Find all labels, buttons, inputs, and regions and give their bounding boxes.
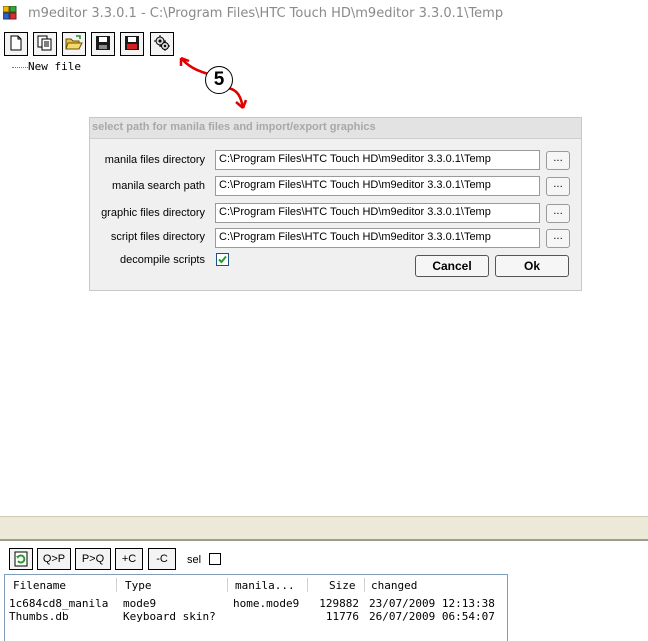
column-divider[interactable]: [364, 578, 365, 592]
cell-manila: home.mode9: [233, 597, 300, 610]
red-floppy-disk-icon: [124, 35, 140, 54]
floppy-disk-icon: [95, 35, 111, 54]
manila-search-path-field[interactable]: C:\Program Files\HTC Touch HD\m9editor 3…: [215, 176, 540, 196]
refresh-button[interactable]: [9, 548, 33, 570]
gears-icon: [153, 34, 171, 55]
decompile-scripts-checkbox[interactable]: [216, 253, 229, 266]
column-header-manila[interactable]: manila...: [235, 579, 295, 592]
p-to-q-button[interactable]: P>Q: [75, 548, 111, 570]
copy-icon: [37, 35, 53, 54]
dialog-title-bar: select path for manila files and import/…: [90, 118, 581, 139]
script-files-directory-browse-button[interactable]: ...: [546, 229, 570, 248]
new-document-icon: [9, 35, 23, 54]
new-file-button[interactable]: [4, 32, 28, 56]
pane-splitter[interactable]: [0, 516, 648, 541]
cell-filename: 1c684cd8_manila: [9, 597, 109, 610]
copy-button[interactable]: [33, 32, 57, 56]
manila-files-directory-browse-button[interactable]: ...: [546, 151, 570, 170]
window-title: m9editor 3.3.0.1 - C:\Program Files\HTC …: [28, 6, 504, 21]
cell-type: mode9: [123, 597, 157, 610]
save-as-button[interactable]: [120, 32, 144, 56]
manila-search-path-browse-button[interactable]: ...: [546, 177, 570, 196]
file-list: Filename Type manila... Size changed 1c6…: [4, 574, 508, 641]
open-folder-icon: [65, 34, 83, 54]
table-row[interactable]: 1c684cd8_manila mode9 home.mode9 129882 …: [5, 597, 507, 610]
manila-files-directory-label: manila files directory: [104, 154, 205, 166]
column-divider[interactable]: [307, 578, 308, 592]
cell-size: 11776: [325, 610, 359, 623]
title-bar: m9editor 3.3.0.1 - C:\Program Files\HTC …: [0, 0, 648, 28]
save-button[interactable]: [91, 32, 115, 56]
cell-changed: 26/07/2009 06:54:07: [369, 610, 495, 623]
tree-connector: [12, 67, 28, 68]
cell-type: Keyboard skin?: [123, 610, 216, 623]
ok-button[interactable]: Ok: [495, 255, 569, 277]
settings-button[interactable]: [150, 32, 174, 56]
refresh-icon: [13, 551, 29, 570]
column-divider[interactable]: [116, 578, 117, 592]
sel-checkbox[interactable]: [209, 553, 221, 565]
arrow-to-settings: [179, 56, 209, 76]
right-pane: [508, 574, 648, 641]
graphic-files-directory-field[interactable]: C:\Program Files\HTC Touch HD\m9editor 3…: [215, 203, 540, 223]
cancel-button[interactable]: Cancel: [415, 255, 489, 277]
dialog-title: select path for manila files and import/…: [92, 121, 376, 133]
tree-node-new-file[interactable]: New file: [28, 60, 81, 73]
arrow-to-dialog: [227, 86, 248, 109]
decompile-scripts-label: decompile scripts: [120, 254, 205, 266]
graphic-files-directory-label: graphic files directory: [101, 207, 205, 219]
plus-c-button[interactable]: +C: [115, 548, 143, 570]
q-to-p-button[interactable]: Q>P: [37, 548, 71, 570]
path-settings-dialog: select path for manila files and import/…: [89, 117, 582, 291]
manila-files-directory-field[interactable]: C:\Program Files\HTC Touch HD\m9editor 3…: [215, 150, 540, 170]
app-icon: [2, 5, 17, 20]
column-header-changed[interactable]: changed: [371, 579, 417, 592]
column-header-size[interactable]: Size: [329, 579, 356, 592]
script-files-directory-field[interactable]: C:\Program Files\HTC Touch HD\m9editor 3…: [215, 228, 540, 248]
column-divider[interactable]: [227, 578, 228, 592]
cell-filename: Thumbs.db: [9, 610, 69, 623]
manila-search-path-label: manila search path: [112, 180, 205, 192]
cell-changed: 23/07/2009 12:13:38: [369, 597, 495, 610]
cell-size: 129882: [319, 597, 359, 610]
open-button[interactable]: [62, 32, 86, 56]
sel-label: sel: [187, 554, 202, 566]
graphic-files-directory-browse-button[interactable]: ...: [546, 204, 570, 223]
minus-c-button[interactable]: -C: [148, 548, 176, 570]
file-list-toolbar: Q>P P>Q +C -C sel: [0, 541, 648, 576]
column-header-type[interactable]: Type: [125, 579, 152, 592]
callout-5: 5: [205, 66, 233, 94]
table-row[interactable]: Thumbs.db Keyboard skin? 11776 26/07/200…: [5, 610, 507, 623]
script-files-directory-label: script files directory: [110, 231, 205, 243]
file-list-header: Filename Type manila... Size changed: [5, 575, 507, 595]
column-header-filename[interactable]: Filename: [13, 579, 66, 592]
